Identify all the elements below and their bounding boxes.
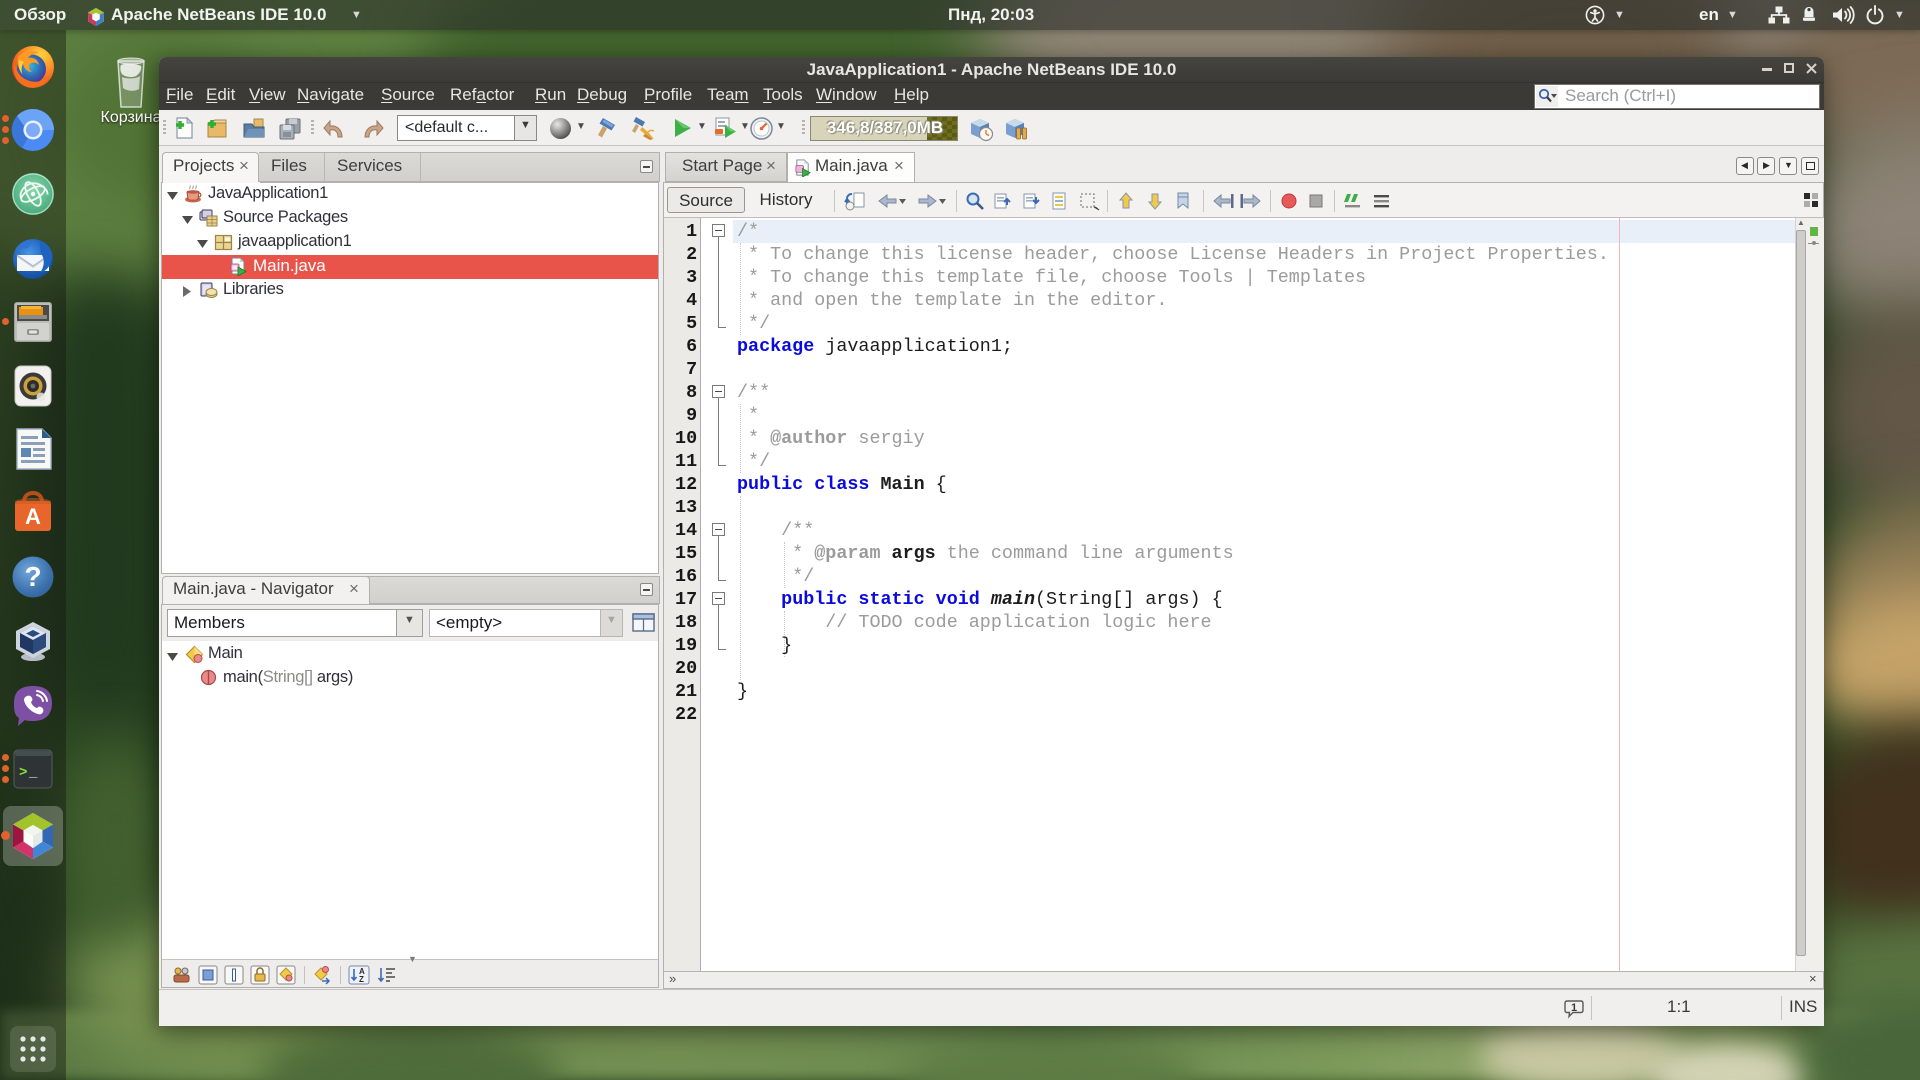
svg-text:_: _ xyxy=(28,765,38,781)
svg-text:A: A xyxy=(25,504,41,529)
svg-text:Z: Z xyxy=(359,975,364,984)
svg-text:?: ? xyxy=(24,561,41,592)
svg-text:1: 1 xyxy=(1571,1002,1577,1014)
svg-text:>: > xyxy=(19,765,27,781)
